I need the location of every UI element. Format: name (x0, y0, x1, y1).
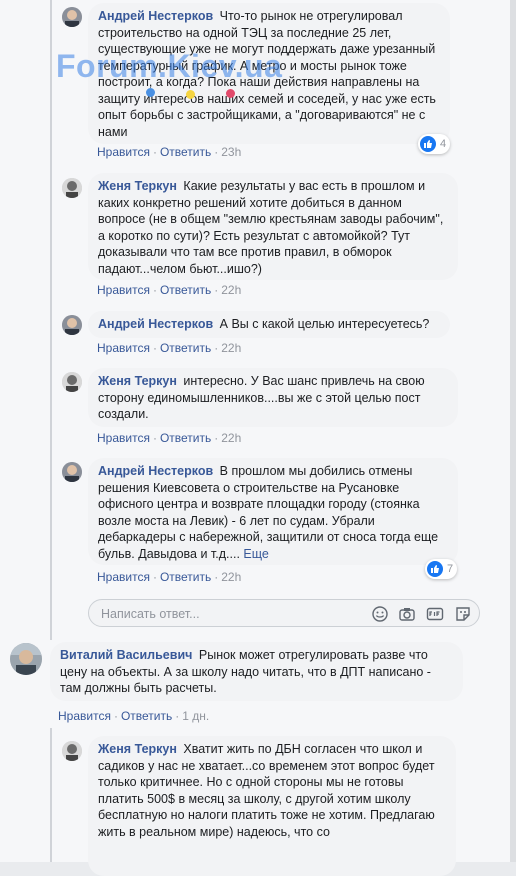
avatar[interactable] (62, 178, 82, 198)
comment-time[interactable]: 22h (221, 570, 241, 584)
comment-text: Какие результаты у вас есть в прошлом и … (98, 179, 444, 276)
like-icon (427, 561, 443, 577)
comment-bubble: Женя Теркун Хватит жить по ДБН согласен … (88, 736, 456, 876)
reaction-count[interactable]: 7 (425, 559, 458, 579)
like-icon (420, 136, 436, 152)
comment-actions: Нравится · Ответить · 22h (97, 570, 242, 584)
comment-bubble: Женя Теркун Какие результаты у вас есть … (88, 173, 458, 280)
watermark-dot (226, 89, 235, 98)
page-edge (510, 0, 516, 862)
comment-time[interactable]: 23h (221, 145, 241, 159)
thread-line (50, 0, 52, 640)
gif-icon[interactable] (426, 605, 444, 623)
like-link[interactable]: Нравится (58, 709, 111, 723)
comment-time[interactable]: 22h (221, 341, 241, 355)
see-more-link[interactable]: Еще (243, 547, 268, 561)
reply-link[interactable]: Ответить (160, 341, 211, 355)
avatar[interactable] (62, 7, 82, 27)
reply-composer[interactable] (88, 599, 480, 627)
comment-author[interactable]: Женя Теркун (98, 374, 177, 388)
watermark-dot (186, 90, 195, 99)
comment-time[interactable]: 22h (221, 431, 241, 445)
sticker-icon[interactable] (454, 605, 472, 623)
reaction-number: 7 (447, 563, 454, 575)
avatar[interactable] (62, 741, 82, 761)
reaction-number: 4 (440, 138, 447, 150)
comment-author[interactable]: Андрей Нестерков (98, 9, 213, 23)
comment-actions: Нравится · Ответить · 22h (97, 283, 242, 297)
comment-bubble: Виталий Васильевич Рынок может отрегулир… (50, 642, 463, 701)
comment-bubble: Женя Теркун интересно. У Вас шанс привле… (88, 368, 458, 427)
like-link[interactable]: Нравится (97, 145, 150, 159)
like-link[interactable]: Нравится (97, 570, 150, 584)
comment-bubble: Андрей Нестерков В прошлом мы добились о… (88, 458, 458, 565)
comment-author[interactable]: Андрей Нестерков (98, 464, 213, 478)
comment-time[interactable]: 1 дн. (182, 709, 209, 723)
comment-actions: Нравится · Ответить · 1 дн. (58, 709, 210, 723)
thread-line (50, 728, 52, 862)
comment-author[interactable]: Андрей Нестерков (98, 317, 213, 331)
comment-text: Хватит жить по ДБН согласен что школ и с… (98, 742, 435, 839)
avatar[interactable] (10, 643, 42, 675)
comment-actions: Нравится · Ответить · 23h (97, 145, 242, 159)
reply-link[interactable]: Ответить (160, 570, 211, 584)
reaction-count[interactable]: 4 (418, 134, 451, 154)
watermark-logo: Forum.Kiev.ua (56, 48, 283, 84)
comment-time[interactable]: 22h (221, 283, 241, 297)
like-link[interactable]: Нравится (97, 431, 150, 445)
reply-input[interactable] (99, 604, 353, 624)
camera-icon[interactable] (398, 605, 416, 623)
comment-actions: Нравится · Ответить · 22h (97, 431, 242, 445)
comment-bubble: Андрей Нестерков А Вы с какой целью инте… (88, 311, 450, 338)
comment-author[interactable]: Женя Теркун (98, 179, 177, 193)
avatar[interactable] (62, 462, 82, 482)
emoji-icon[interactable] (371, 605, 389, 623)
comment-author[interactable]: Виталий Васильевич (60, 648, 192, 662)
reply-link[interactable]: Ответить (121, 709, 172, 723)
reply-link[interactable]: Ответить (160, 283, 211, 297)
avatar[interactable] (62, 372, 82, 392)
comment-text: А Вы с какой целью интересуетесь? (219, 317, 430, 331)
like-link[interactable]: Нравится (97, 341, 150, 355)
comment-actions: Нравится · Ответить · 22h (97, 341, 242, 355)
like-link[interactable]: Нравится (97, 283, 150, 297)
comments-page: Андрей Нестерков Что-то рынок не отрегул… (0, 0, 516, 876)
watermark-dot (146, 88, 155, 97)
reply-link[interactable]: Ответить (160, 145, 211, 159)
avatar[interactable] (62, 315, 82, 335)
comment-author[interactable]: Женя Теркун (98, 742, 177, 756)
reply-link[interactable]: Ответить (160, 431, 211, 445)
